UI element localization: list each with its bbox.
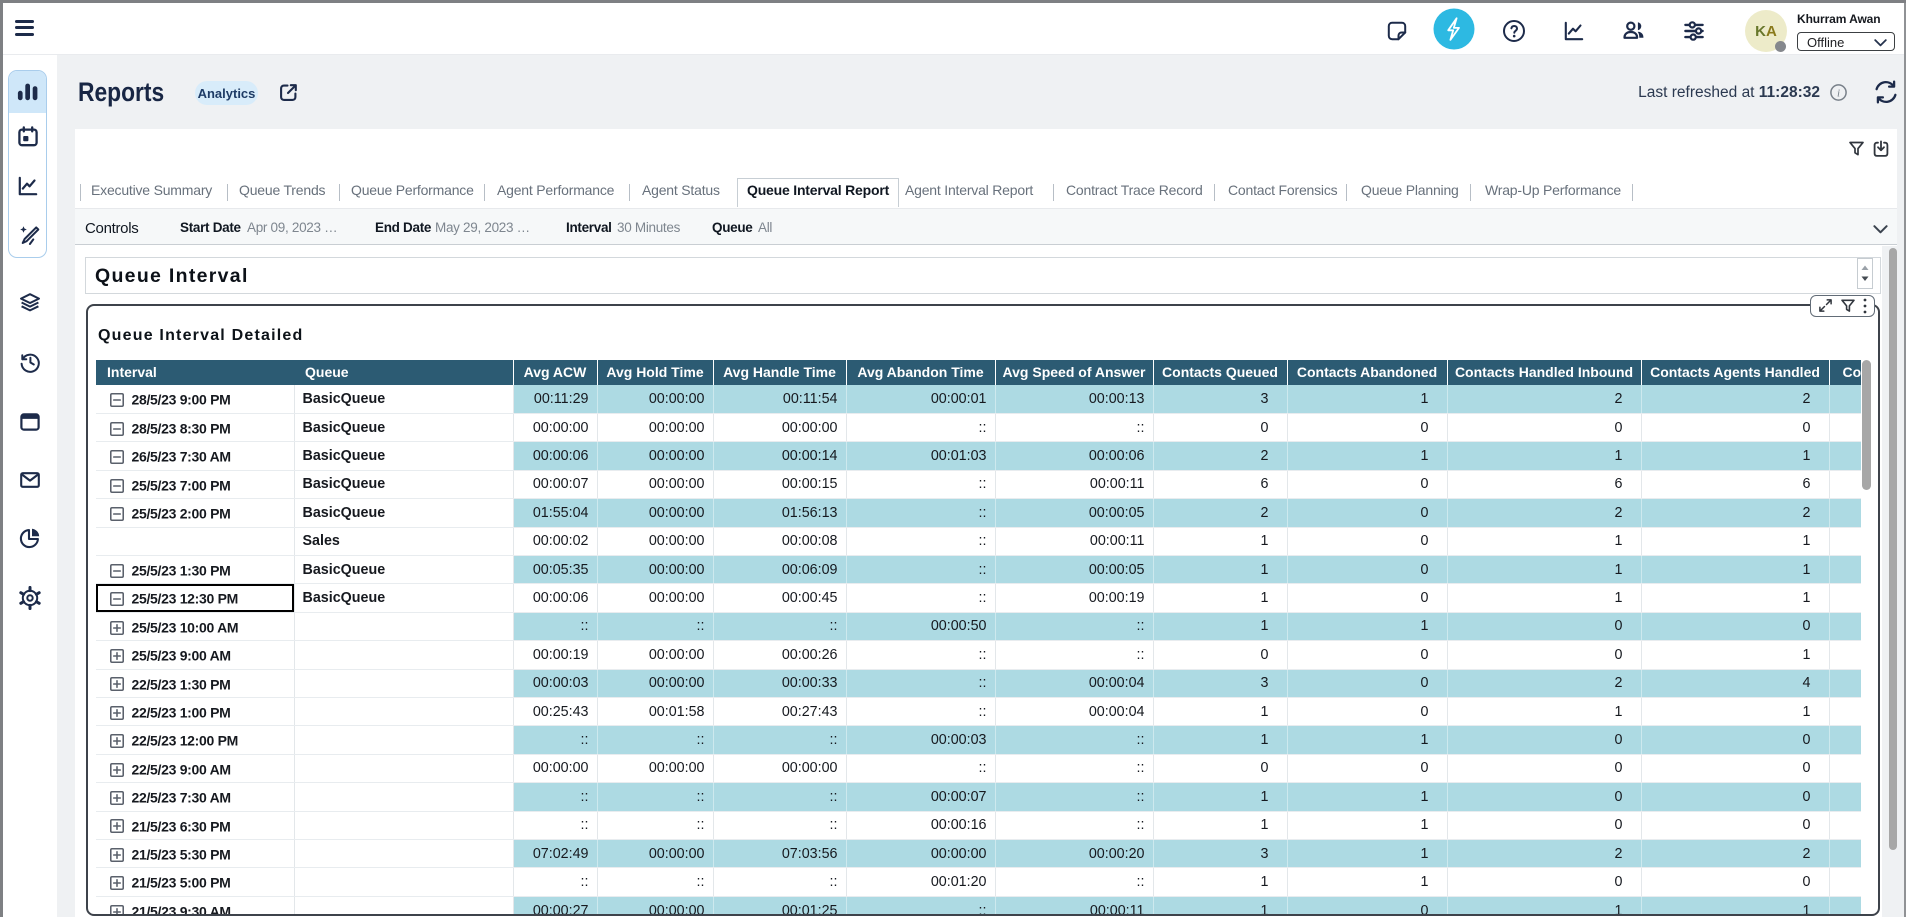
svg-text:i: i — [1837, 87, 1840, 99]
